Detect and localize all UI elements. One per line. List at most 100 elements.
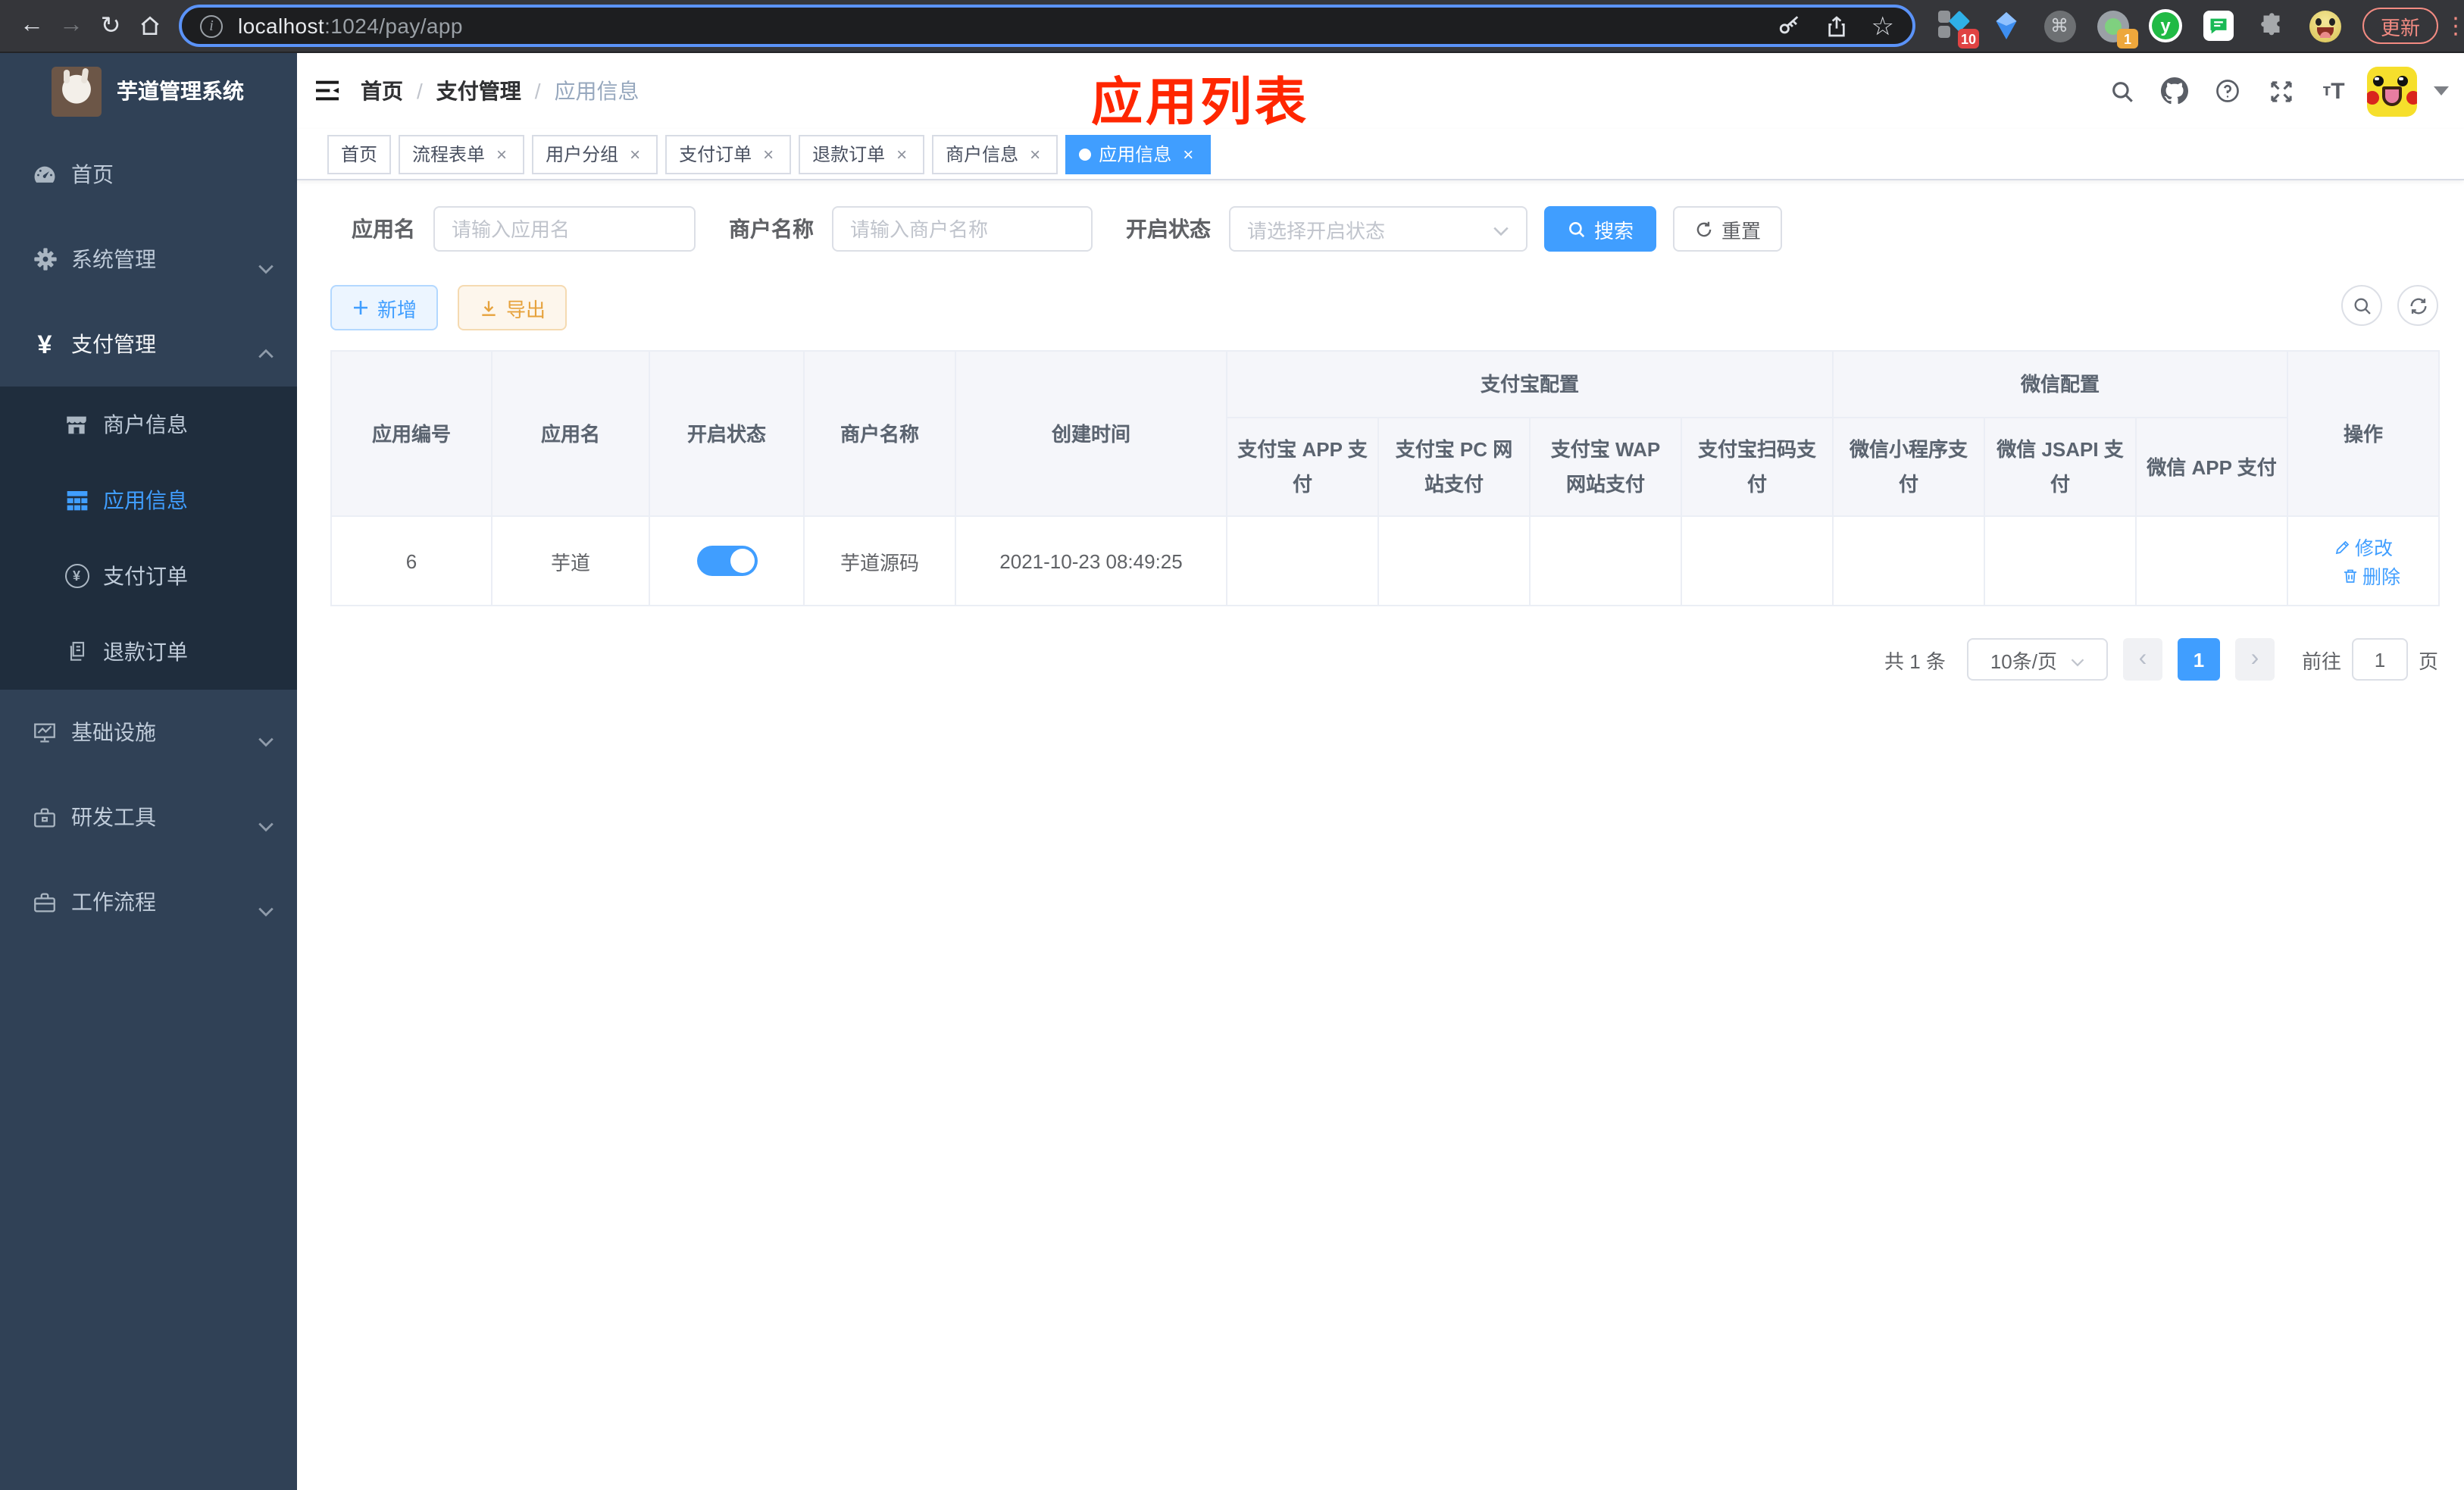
briefcase-icon	[32, 889, 58, 915]
github-icon	[2161, 77, 2188, 105]
tab-pay-order[interactable]: 支付订单 ×	[665, 134, 792, 174]
browser-update-button[interactable]: 更新	[2362, 8, 2439, 44]
ext-chat-icon[interactable]	[2202, 9, 2235, 42]
browser-forward-button[interactable]: →	[52, 6, 91, 45]
sidebar-item-refund-order[interactable]: 退款订单	[0, 614, 297, 690]
app-name-input[interactable]	[433, 206, 696, 252]
dashboard-icon	[32, 161, 58, 187]
cell-merchant: 芋道源码	[803, 515, 956, 606]
col-app-id: 应用编号	[330, 350, 492, 517]
sidebar-item-label: 支付管理	[71, 332, 156, 356]
goto-label: 前往	[2301, 650, 2341, 672]
tab-user-group[interactable]: 用户分组 ×	[532, 134, 658, 174]
prev-page-button[interactable]: ‹	[2122, 638, 2162, 681]
ext-y-logo-icon[interactable]: y	[2149, 9, 2182, 42]
show-search-button[interactable]	[2341, 285, 2382, 326]
logo-image	[52, 66, 102, 116]
sidebar-item-system[interactable]: 系统管理	[0, 217, 297, 302]
merchant-name-input[interactable]	[832, 206, 1093, 252]
bookmark-star-icon[interactable]: ☆	[1871, 13, 1895, 39]
app-title: 芋道管理系统	[117, 79, 244, 103]
profile-emoji-icon[interactable]	[2308, 9, 2341, 42]
close-icon[interactable]: ×	[893, 143, 911, 164]
sidebar-item-workflow[interactable]: 工作流程	[0, 859, 297, 944]
sidebar-item-devtools[interactable]: 研发工具	[0, 775, 297, 859]
next-page-button[interactable]: ›	[2234, 638, 2275, 681]
cell-created: 2021-10-23 08:49:25	[955, 515, 1227, 606]
reset-button[interactable]: 重置	[1673, 206, 1783, 252]
avatar-caret-icon[interactable]	[2434, 86, 2449, 95]
breadcrumb-home[interactable]: 首页	[361, 76, 403, 106]
tab-process-form[interactable]: 流程表单 ×	[399, 134, 525, 174]
tab-merchant-info[interactable]: 商户信息 ×	[932, 134, 1058, 174]
ext-recorder-icon[interactable]: 1	[2096, 9, 2138, 49]
close-icon[interactable]: ×	[492, 143, 511, 164]
navbar-actions: тT	[2102, 53, 2449, 129]
sidebar-item-payment[interactable]: ¥ 支付管理	[0, 302, 297, 387]
browser-reload-button[interactable]: ↻	[91, 6, 130, 45]
close-icon[interactable]: ×	[1026, 143, 1044, 164]
col-alipay-qr: 支付宝扫码支付	[1680, 417, 1834, 517]
sidebar-item-label: 退款订单	[103, 640, 188, 664]
gear-icon	[32, 246, 58, 272]
search-button[interactable]: 搜索	[1544, 206, 1657, 252]
ext-command-icon[interactable]: ⌘	[2043, 9, 2076, 42]
status-toggle[interactable]	[696, 546, 757, 576]
breadcrumb-separator: /	[534, 79, 541, 103]
sidebar-item-label: 系统管理	[71, 247, 156, 271]
close-icon[interactable]: ×	[1179, 143, 1197, 164]
sidebar-item-merchant-info[interactable]: 商户信息	[0, 387, 297, 462]
tab-refund-order[interactable]: 退款订单 ×	[799, 134, 925, 174]
refresh-icon	[2409, 297, 2426, 314]
col-alipay-app: 支付宝 APP 支付	[1226, 417, 1379, 517]
font-size-button[interactable]: тT	[2314, 53, 2353, 129]
password-key-icon[interactable]	[1776, 13, 1802, 39]
sidebar-toggle-button[interactable]	[297, 53, 358, 129]
sidebar: 芋道管理系统 首页 系统管理 ¥ 支付管理 商户信息 应用信息 ¥ 支付订单 退…	[0, 53, 297, 1490]
url-bar[interactable]: i localhost:1024/pay/app ☆	[179, 5, 1915, 47]
browser-home-button[interactable]	[130, 6, 170, 45]
status-select[interactable]: 请选择开启状态	[1229, 206, 1527, 252]
plus-icon	[354, 301, 367, 315]
trash-icon	[2344, 568, 2356, 582]
page-info-icon[interactable]: i	[200, 14, 223, 37]
download-icon	[482, 300, 496, 315]
header-search-button[interactable]	[2102, 53, 2141, 129]
page-1-button[interactable]: 1	[2177, 638, 2220, 681]
refresh-icon	[1696, 221, 1712, 236]
tab-home[interactable]: 首页	[327, 134, 392, 174]
yen-icon: ¥	[37, 330, 52, 358]
github-button[interactable]	[2155, 53, 2194, 129]
extensions-puzzle-icon[interactable]	[2255, 9, 2288, 42]
refresh-table-button[interactable]	[2397, 285, 2438, 326]
annotation-title: 应用列表	[1091, 74, 1309, 132]
help-button[interactable]	[2208, 53, 2247, 129]
tab-app-info[interactable]: 应用信息 ×	[1065, 134, 1212, 174]
col-status: 开启状态	[649, 350, 805, 517]
export-button[interactable]: 导出	[458, 285, 568, 330]
page-size-select[interactable]: 10条/页	[1966, 638, 2108, 681]
chevron-down-icon	[258, 255, 274, 279]
add-button[interactable]: 新增	[330, 285, 439, 330]
sidebar-item-infrastructure[interactable]: 基础设施	[0, 690, 297, 775]
sidebar-item-home[interactable]: 首页	[0, 132, 297, 217]
browser-chrome: ← → ↻ i localhost:1024/pay/app ☆ 10 ⌘ 1 …	[0, 0, 2464, 53]
sidebar-item-pay-order[interactable]: ¥ 支付订单	[0, 538, 297, 614]
share-icon[interactable]	[1825, 13, 1849, 39]
store-icon	[64, 412, 89, 437]
fullscreen-button[interactable]	[2261, 53, 2300, 129]
browser-back-button[interactable]: ←	[12, 6, 52, 45]
sidebar-item-app-info[interactable]: 应用信息	[0, 462, 297, 538]
goto-page-input[interactable]	[2351, 638, 2408, 681]
ext-diamond-icon[interactable]: 10	[1937, 9, 1979, 49]
app-logo[interactable]: 芋道管理系统	[0, 53, 297, 129]
edit-link[interactable]: 修改	[2334, 532, 2393, 561]
ext-balloon-icon[interactable]	[1990, 9, 2023, 42]
delete-link[interactable]: 删除	[2341, 561, 2400, 590]
close-icon[interactable]: ×	[759, 143, 777, 164]
browser-menu-button[interactable]: ⋮	[2444, 8, 2464, 44]
close-icon[interactable]: ×	[626, 143, 644, 164]
question-icon	[2216, 80, 2239, 102]
edit-pencil-icon	[2335, 540, 2350, 554]
user-avatar[interactable]	[2367, 66, 2417, 116]
